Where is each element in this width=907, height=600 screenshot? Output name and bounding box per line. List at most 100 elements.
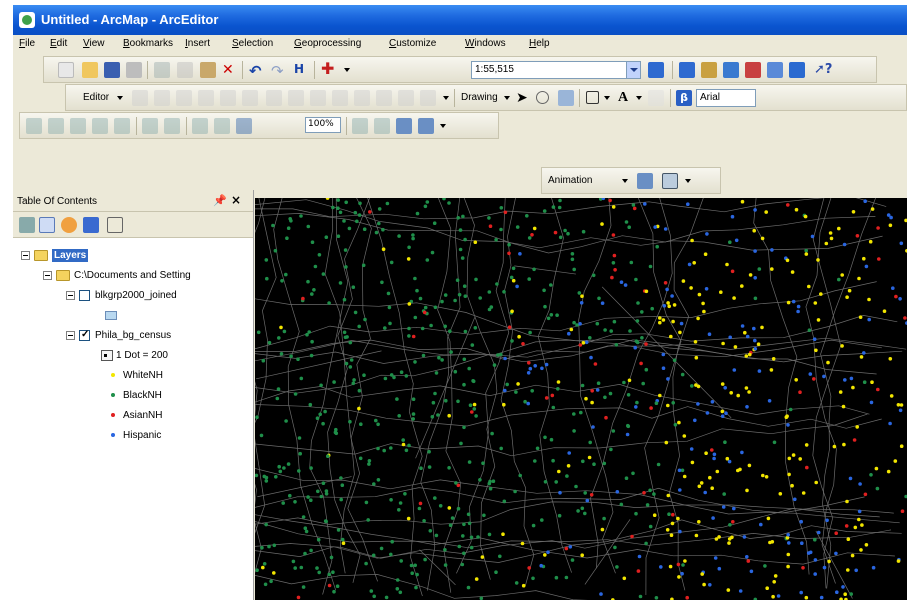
zoom-to-percent-icon[interactable] [236,118,252,134]
zoom-percent-input[interactable]: 100% [305,117,341,133]
pin-icon[interactable]: 📌 [213,194,227,207]
data-driven-pages-icon[interactable] [418,118,434,134]
create-features-icon[interactable] [420,90,436,106]
chevron-down-icon[interactable] [622,179,628,183]
capture-view-icon[interactable] [637,173,653,189]
point-icon[interactable] [242,90,258,106]
modelbuilder-icon[interactable] [789,62,805,78]
arc-segment-icon[interactable] [198,90,214,106]
dot-density-row[interactable]: 1 Dot = 200 [101,346,168,364]
font-icon[interactable]: β [676,90,692,106]
layer-label[interactable]: Phila_bg_census [95,330,171,341]
list-by-drawing-order-icon[interactable] [19,217,35,233]
tree-row-folder[interactable]: C:\Documents and Setting [43,266,191,284]
menu-geoprocessing[interactable]: Geoprocessing [294,38,361,49]
arctoolbox-icon[interactable] [745,62,761,78]
zoom-whole-page-icon[interactable] [192,118,208,134]
zoom-to-elements-icon[interactable] [558,90,574,106]
cut-icon[interactable] [154,62,170,78]
focus-data-frame-icon[interactable] [374,118,390,134]
catalog-window-icon[interactable] [701,62,717,78]
chevron-down-icon[interactable] [440,124,446,128]
layer-visibility-checkbox[interactable] [79,289,90,301]
tree-row-blkgrp[interactable]: blkgrp2000_joined [66,286,177,304]
font-name-field[interactable]: Arial [696,89,756,107]
paste-icon[interactable] [200,62,216,78]
menu-windows[interactable]: Windows [465,38,506,49]
edit-vertices-icon[interactable] [266,90,282,106]
cut-polygons-icon[interactable] [310,90,326,106]
legend-item[interactable]: BlackNH [111,386,162,404]
legend-item[interactable]: WhiteNH [111,366,163,384]
change-layout-icon[interactable] [396,118,412,134]
select-features-icon[interactable] [114,118,130,134]
legend-item[interactable]: Hispanic [111,426,161,444]
redo-icon[interactable]: ↷ [271,62,287,80]
search-window-icon[interactable] [723,62,739,78]
dot-density-map[interactable] [255,198,907,600]
close-icon[interactable]: × [231,193,241,207]
scale-dropdown-button[interactable] [626,62,640,78]
rotate-icon[interactable] [354,90,370,106]
chevron-down-icon[interactable] [344,68,350,72]
dot-density-symbol-icon[interactable] [101,349,113,361]
add-data-icon[interactable]: ✚ [321,61,337,78]
menu-help[interactable]: Help [529,38,550,49]
menu-file[interactable]: File [19,38,35,49]
list-by-visibility-icon[interactable] [61,217,77,233]
toggle-draft-mode-icon[interactable] [352,118,368,134]
menu-edit[interactable]: Edit [50,38,67,49]
menu-customize[interactable]: Customize [389,38,436,49]
save-icon[interactable] [104,62,120,78]
rotate-element-icon[interactable] [536,91,549,104]
split-icon[interactable] [332,90,348,106]
layers-label[interactable]: Layers [52,248,89,262]
editor-menu-button[interactable]: Editor [83,92,109,103]
collapse-icon[interactable] [21,250,30,260]
chevron-down-icon[interactable] [117,96,123,100]
toc-options-icon[interactable] [107,217,123,233]
chevron-down-icon[interactable] [604,96,610,100]
undo-icon[interactable]: ↶ [249,62,265,80]
map-scale-input[interactable]: 1:55,515 [471,61,641,79]
delete-icon[interactable]: ✕ [222,62,238,78]
tree-row-layers[interactable]: Layers [21,246,89,264]
full-extent-icon[interactable]: H [294,62,310,78]
edit-annotation-icon[interactable] [154,90,170,106]
title-bar[interactable]: Untitled - ArcMap - ArcEditor [13,5,907,35]
drawing-menu-button[interactable]: Drawing [461,92,498,103]
python-window-icon[interactable] [767,62,783,78]
straight-segment-icon[interactable] [176,90,192,106]
layer-visibility-checkbox[interactable] [79,329,90,341]
chevron-down-icon[interactable] [685,179,691,183]
sketch-properties-icon[interactable] [398,90,414,106]
select-elements-icon[interactable]: ➤ [516,90,532,106]
full-extent-tool-icon[interactable] [92,118,108,134]
collapse-icon[interactable] [66,290,75,300]
collapse-icon[interactable] [43,270,52,280]
menu-selection[interactable]: Selection [232,38,273,49]
list-by-selection-icon[interactable] [83,217,99,233]
print-icon[interactable] [126,62,142,78]
pan-icon[interactable] [70,118,86,134]
chevron-down-icon[interactable] [636,96,642,100]
toc-window-icon[interactable] [679,62,695,78]
rectangle-icon[interactable] [586,91,599,104]
trace-icon[interactable] [220,90,236,106]
list-by-source-icon[interactable] [39,217,55,233]
map-canvas[interactable] [255,198,907,600]
reshape-icon[interactable] [288,90,304,106]
tree-row-phila[interactable]: Phila_bg_census [66,326,171,344]
menu-bookmarks[interactable]: Bookmarks [123,38,173,49]
menu-view[interactable]: View [83,38,105,49]
edit-text-icon[interactable] [648,90,664,106]
animation-controls-icon[interactable] [662,173,678,189]
zoom-out-icon[interactable] [48,118,64,134]
attributes-icon[interactable] [376,90,392,106]
layer-label[interactable]: blkgrp2000_joined [95,290,177,301]
edit-tool-icon[interactable] [132,90,148,106]
chevron-down-icon[interactable] [504,96,510,100]
collapse-icon[interactable] [66,330,75,340]
polygon-symbol-icon[interactable] [105,310,117,320]
zoom-100-icon[interactable] [214,118,230,134]
